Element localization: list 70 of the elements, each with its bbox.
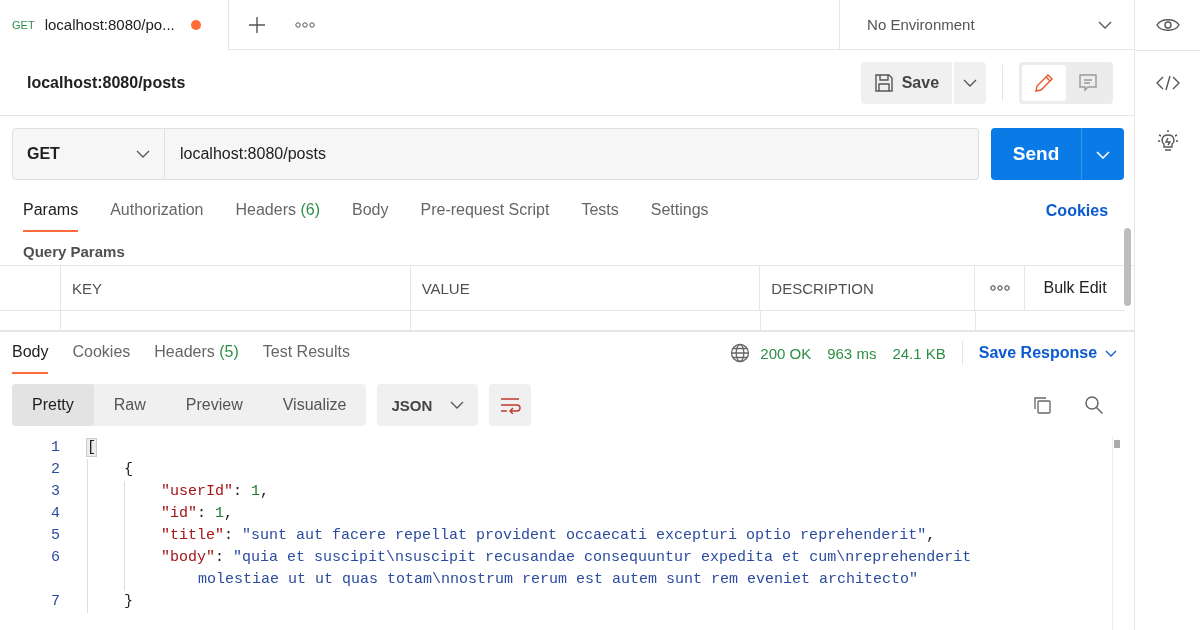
response-size: 24.1 KB <box>892 343 946 364</box>
wrap-lines-icon <box>499 396 522 414</box>
code-line: "body": "quia et suscipit\nsuscipit recusandae consequuntur expedita et cum\nreprehenderit <box>161 548 972 568</box>
view-mode-tab[interactable]: Pretty <box>12 384 94 426</box>
request-tab[interactable]: GET localhost:8080/po... <box>0 0 229 50</box>
request-section-tab[interactable]: Headers (6) <box>235 190 320 232</box>
caret-icon <box>1098 20 1113 29</box>
edit-button[interactable] <box>1022 64 1067 101</box>
code-line: "title": "sunt aut facere repellat provident occaecati excepturi optio reprehenderit", <box>161 526 936 546</box>
code-line: } <box>124 592 133 612</box>
response-tab[interactable]: Body <box>12 332 49 374</box>
line-number: 5 <box>50 526 61 546</box>
save-options-button[interactable] <box>954 61 987 104</box>
format-dropdown[interactable]: JSON <box>377 384 479 426</box>
copy-icon[interactable] <box>1032 395 1053 415</box>
line-number: 1 <box>50 438 61 458</box>
caret-icon <box>1096 150 1111 159</box>
scrollbar[interactable] <box>1112 436 1122 630</box>
response-tab[interactable]: Test Results <box>262 332 350 374</box>
status-code: 200 OK <box>760 343 812 364</box>
code-line: "userId": 1, <box>161 482 270 502</box>
column-header: VALUE <box>410 266 761 310</box>
column-header: KEY <box>60 266 411 310</box>
lightbulb-icon[interactable] <box>1156 129 1179 153</box>
cookies-link[interactable]: Cookies <box>1045 190 1109 232</box>
search-icon[interactable] <box>1084 395 1105 415</box>
wrap-lines-button[interactable] <box>489 384 532 426</box>
response-tab[interactable]: Headers (5) <box>154 332 239 374</box>
line-number: 3 <box>50 482 61 502</box>
bulk-edit-link[interactable]: Bulk Edit <box>1043 279 1107 297</box>
code-line: { <box>124 460 133 480</box>
line-number: 2 <box>50 460 61 480</box>
request-name: localhost:8080/posts <box>27 73 186 92</box>
line-number: 7 <box>50 592 61 612</box>
caret-icon <box>450 401 465 409</box>
more-icon[interactable] <box>295 21 315 28</box>
method-dropdown[interactable]: GET <box>12 128 165 180</box>
url-field[interactable]: localhost:8080/posts <box>165 128 980 180</box>
send-button[interactable]: Send <box>991 128 1082 180</box>
environment-dropdown[interactable]: No Environment <box>839 0 1135 49</box>
request-section-tab[interactable]: Body <box>352 190 389 232</box>
response-tab[interactable]: Cookies <box>72 332 131 374</box>
plus-icon[interactable] <box>248 15 266 34</box>
response-time: 963 ms <box>827 343 877 364</box>
section-title: Query Params <box>22 242 126 262</box>
request-section-tab[interactable]: Params <box>23 190 79 232</box>
globe-icon[interactable] <box>730 343 751 363</box>
save-response-dropdown[interactable]: Save Response <box>978 332 1118 374</box>
send-options-button[interactable] <box>1081 128 1125 180</box>
request-section-tab[interactable]: Tests <box>581 190 619 232</box>
more-icon[interactable] <box>989 285 1010 291</box>
request-section-tab[interactable]: Pre-request Script <box>420 190 550 232</box>
line-number: 6 <box>50 548 61 568</box>
view-mode-tab[interactable]: Preview <box>165 384 263 426</box>
eye-icon[interactable] <box>1155 16 1180 34</box>
request-section-tab[interactable]: Authorization <box>110 190 204 232</box>
view-mode-tab[interactable]: Raw <box>93 384 166 426</box>
caret-icon <box>1105 349 1118 357</box>
scrollbar[interactable] <box>1124 228 1132 306</box>
code-line: "id": 1, <box>161 504 234 524</box>
caret-icon <box>136 150 150 158</box>
save-button[interactable]: Save <box>860 61 953 104</box>
caret-icon <box>963 78 978 87</box>
line-number: 4 <box>50 504 61 524</box>
code-line: molestiae ut ut quas totam\nnostrum rerum est autem sunt rem eveniet architecto" <box>198 570 919 590</box>
speech-bubble-icon <box>1077 71 1100 94</box>
view-mode-tab[interactable]: Visualize <box>262 384 367 426</box>
code-icon[interactable] <box>1155 75 1180 91</box>
column-header: DESCRIPTION <box>760 266 976 310</box>
request-section-tab[interactable]: Settings <box>650 190 709 232</box>
